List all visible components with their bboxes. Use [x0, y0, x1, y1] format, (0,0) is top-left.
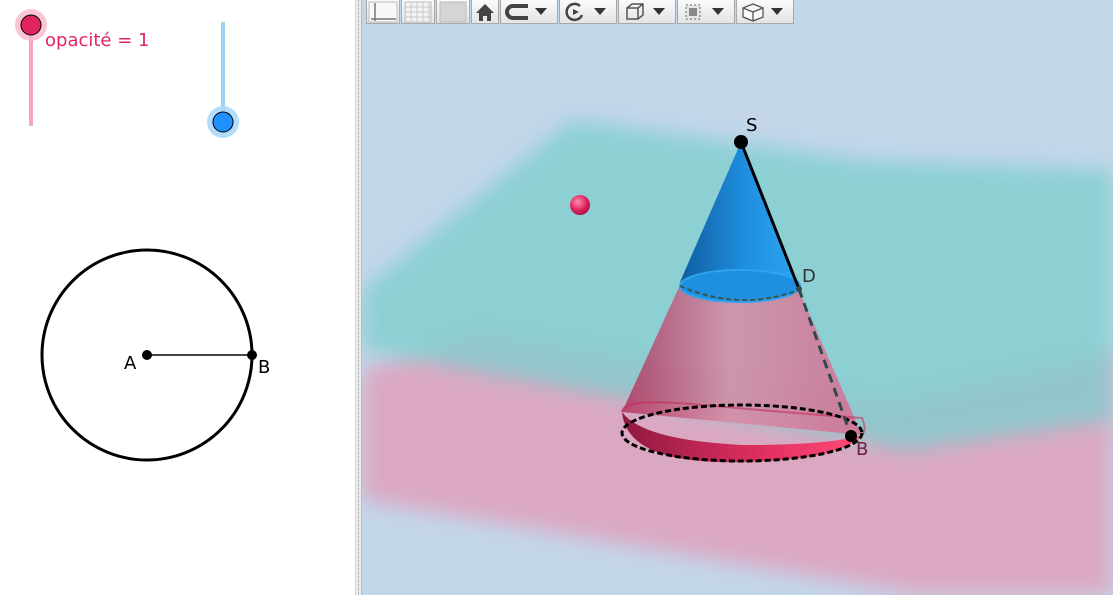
grid-toggle-button[interactable] [401, 0, 435, 24]
grid-toggle-icon [404, 1, 432, 22]
point-b[interactable] [247, 350, 257, 360]
plane-toggle-button[interactable] [436, 0, 470, 24]
rotate-view-button[interactable] [559, 0, 617, 24]
chevron-down-icon [712, 8, 724, 15]
clipping-button[interactable] [618, 0, 676, 24]
graphics-2d-canvas [15, 9, 257, 462]
height-slider-handle[interactable] [212, 111, 234, 133]
clipping-cube-icon [626, 2, 644, 20]
chevron-down-icon [771, 8, 783, 15]
graphics-view-2d: opacité = 1 A B [0, 0, 355, 595]
point-b-label: B [258, 357, 271, 378]
selection-box-button[interactable] [677, 0, 735, 24]
axes-toggle-button[interactable] [366, 0, 400, 24]
3d-style-bar [366, 0, 795, 26]
selection-box-icon [685, 4, 701, 19]
rotate-view-icon [565, 2, 584, 21]
slider-ball[interactable] [570, 195, 590, 215]
point-a-label: A [124, 353, 137, 374]
projection-cube-icon [742, 2, 764, 22]
axes-toggle-icon [368, 1, 398, 22]
point-b-3d-label: B [856, 439, 869, 460]
home-icon [476, 3, 494, 21]
plane-toggle-icon [439, 1, 467, 22]
opacity-slider-caption: opacité = 1 [45, 30, 150, 51]
point-d-label: D [802, 266, 816, 287]
chevron-down-icon [535, 8, 547, 15]
point-s[interactable] [734, 135, 748, 149]
chevron-down-icon [653, 8, 665, 15]
graphics-3d-canvas [362, 0, 1113, 595]
cut-ellipse[interactable] [679, 269, 801, 303]
point-s-label: S [746, 115, 758, 136]
chevron-down-icon [594, 8, 606, 15]
graphics-view-3d[interactable]: S D B [362, 0, 1113, 595]
home-button[interactable] [471, 0, 499, 24]
projection-button[interactable] [736, 0, 794, 24]
magnet-icon [505, 3, 528, 20]
view-splitter[interactable] [355, 0, 362, 595]
magnet-button[interactable] [500, 0, 558, 24]
opacity-slider-handle[interactable] [20, 14, 42, 36]
point-a[interactable] [142, 350, 152, 360]
